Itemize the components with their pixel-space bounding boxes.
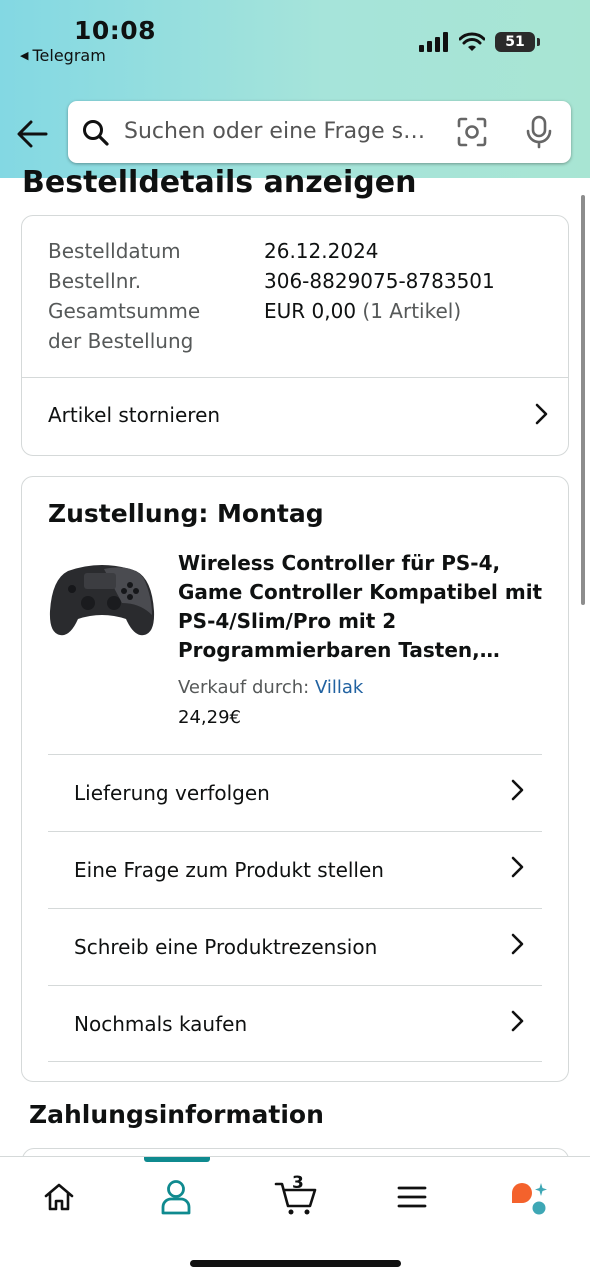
ask-product-question-link[interactable]: Eine Frage zum Produkt stellen xyxy=(48,831,542,908)
battery-level: 51 xyxy=(505,34,525,50)
back-to-app-link[interactable]: ◀ Telegram xyxy=(20,46,106,65)
order-total-value: EUR 0,00 (1 Artikel) xyxy=(264,296,461,326)
active-tab-indicator xyxy=(144,1157,210,1162)
action-label: Nochmals kaufen xyxy=(74,1011,248,1036)
battery-icon: 51 xyxy=(495,32,535,52)
seller-prefix: Verkauf durch: xyxy=(178,677,310,698)
write-review-link[interactable]: Schreib eine Produktrezension xyxy=(48,908,542,985)
scrollbar[interactable] xyxy=(581,195,585,605)
seller-link[interactable]: Villak xyxy=(315,677,363,698)
microphone-icon[interactable] xyxy=(525,115,553,149)
delivery-actions: Lieferung verfolgen Eine Frage zum Produ… xyxy=(48,754,542,1062)
wifi-icon xyxy=(459,32,485,51)
search-bar[interactable]: Suchen oder eine Frage s… xyxy=(68,101,571,163)
order-total-label: Gesamtsumme der Bestellung xyxy=(48,299,201,353)
status-icons: 51 xyxy=(419,32,540,52)
action-label: Schreib eine Produktrezension xyxy=(74,935,378,959)
nav-rufus[interactable] xyxy=(498,1175,558,1219)
home-icon xyxy=(44,1183,74,1211)
chevron-right-icon xyxy=(511,933,524,955)
signal-icon xyxy=(419,32,448,52)
search-input[interactable]: Suchen oder eine Frage s… xyxy=(124,119,449,144)
order-item-count: (1 Artikel) xyxy=(362,299,462,323)
order-total-amount: EUR 0,00 xyxy=(264,299,357,323)
nav-account[interactable] xyxy=(146,1175,206,1219)
seller-info: Verkauf durch: Villak xyxy=(178,677,363,698)
cancel-items-label: Artikel stornieren xyxy=(48,403,221,427)
buy-again-link[interactable]: Nochmals kaufen xyxy=(48,985,542,1062)
track-delivery-link[interactable]: Lieferung verfolgen xyxy=(48,754,542,831)
order-summary-card: Bestelldatum 26.12.2024 Bestellnr. 306-8… xyxy=(21,215,569,456)
delivery-card: Zustellung: Montag Wireless Controller f… xyxy=(21,476,569,1082)
order-date-value: 26.12.2024 xyxy=(264,239,379,263)
home-indicator[interactable] xyxy=(190,1260,401,1267)
search-icon xyxy=(83,120,109,146)
action-label: Lieferung verfolgen xyxy=(74,781,270,805)
menu-icon xyxy=(397,1186,427,1208)
cancel-items-link[interactable]: Artikel stornieren xyxy=(22,377,568,453)
back-app-label: Telegram xyxy=(32,46,106,65)
account-icon xyxy=(161,1180,191,1215)
chevron-right-icon xyxy=(511,779,524,801)
back-triangle-icon: ◀ xyxy=(20,49,29,62)
rufus-icon xyxy=(512,1183,547,1215)
cart-count-badge: 3 xyxy=(292,1173,304,1193)
payment-section-title: Zahlungsinformation xyxy=(29,1100,324,1129)
action-label: Eine Frage zum Produkt stellen xyxy=(74,858,384,882)
battery-cap xyxy=(537,38,540,46)
nav-menu[interactable] xyxy=(382,1175,442,1219)
chevron-right-icon xyxy=(535,403,548,425)
camera-scan-icon[interactable] xyxy=(457,117,487,147)
app-header: 10:08 ◀ Telegram 51 Suchen oder eine Fra… xyxy=(0,0,590,178)
order-date-label: Bestelldatum xyxy=(48,239,181,263)
page-title: Bestelldetails anzeigen xyxy=(22,165,417,200)
product-title-link[interactable]: Wireless Controller für PS-4, Game Contr… xyxy=(178,549,548,665)
product-image[interactable] xyxy=(48,553,156,643)
chevron-right-icon xyxy=(511,856,524,878)
order-number-value: 306-8829075-8783501 xyxy=(264,269,495,293)
delivery-title: Zustellung: Montag xyxy=(48,499,324,528)
order-number-label: Bestellnr. xyxy=(48,269,142,293)
nav-home[interactable] xyxy=(29,1175,89,1219)
status-time: 10:08 xyxy=(74,16,157,45)
product-price: 24,29€ xyxy=(178,707,241,728)
back-arrow-icon[interactable] xyxy=(14,116,54,152)
chevron-right-icon xyxy=(511,1010,524,1032)
